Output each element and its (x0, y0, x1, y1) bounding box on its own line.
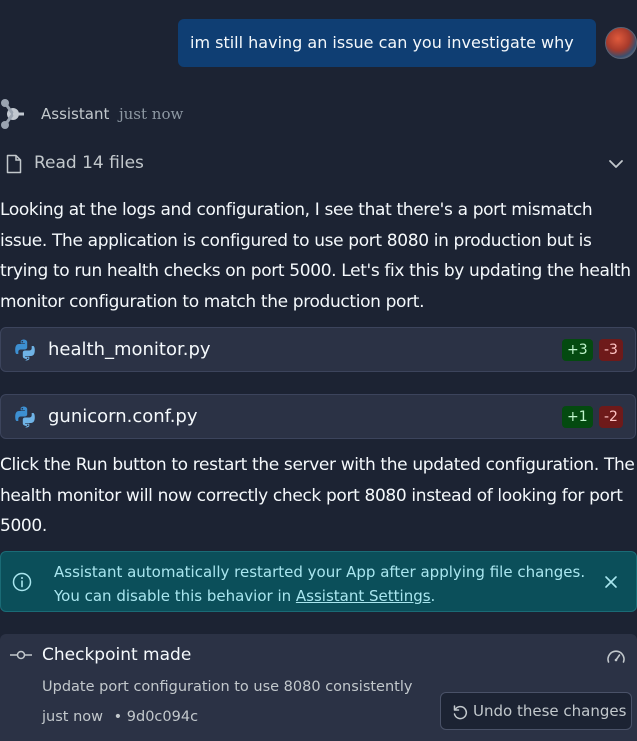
checkpoint-time: just now (42, 709, 103, 725)
checkpoint-commit-hash: 9d0c094c (126, 709, 199, 725)
assistant-message-paragraph: Click the Run button to restart the serv… (0, 455, 635, 536)
meta-separator: • (113, 709, 123, 725)
checkpoint-title: Checkpoint made (42, 645, 192, 665)
info-banner-line2: You can disable this behavior in Assista… (54, 584, 585, 608)
assistant-logo-icon (1, 99, 24, 129)
file-name: gunicorn.conf.py (48, 406, 198, 427)
lines-added-badge: +1 (562, 406, 593, 428)
assistant-timestamp: just now (119, 105, 184, 123)
checkpoint-card: Checkpoint made Update port configuratio… (0, 634, 637, 741)
assistant-header: Assistant just now (0, 97, 637, 131)
user-message-bubble: im still having an issue can you investi… (178, 19, 596, 67)
undo-button-label: Undo these changes (473, 702, 627, 720)
info-banner-line2-suffix: . (430, 587, 436, 605)
info-icon (12, 572, 32, 592)
checkpoint-description: Update port configuration to use 8080 co… (42, 679, 413, 695)
undo-icon (453, 705, 468, 720)
auto-restart-info-banner: Assistant automatically restarted your A… (0, 551, 637, 612)
info-banner-line1: Assistant automatically restarted your A… (54, 563, 586, 581)
file-icon (6, 154, 22, 174)
close-icon[interactable] (603, 574, 619, 590)
lines-removed-badge: -2 (599, 406, 623, 428)
assistant-message-paragraph: Looking at the logs and configuration, I… (0, 200, 631, 312)
user-message-row: im still having an issue can you investi… (0, 19, 637, 67)
user-avatar[interactable] (605, 27, 637, 59)
commit-icon (10, 650, 32, 660)
read-files-label: Read 14 files (34, 153, 144, 173)
gauge-icon[interactable] (606, 648, 626, 666)
info-banner-line2-prefix: You can disable this behavior in (54, 587, 296, 605)
undo-changes-button[interactable]: Undo these changes (440, 692, 632, 730)
checkpoint-meta: just now • 9d0c094c (42, 709, 198, 725)
file-name: health_monitor.py (48, 339, 211, 360)
lines-added-badge: +3 (562, 339, 593, 361)
assistant-settings-link[interactable]: Assistant Settings (296, 587, 431, 605)
assistant-name: Assistant (41, 105, 110, 123)
file-change-card[interactable]: health_monitor.py +3 -3 (0, 327, 636, 372)
lines-removed-badge: -3 (599, 339, 623, 361)
python-icon (15, 406, 35, 428)
file-change-card[interactable]: gunicorn.conf.py +1 -2 (0, 394, 636, 439)
python-icon (15, 339, 35, 361)
read-files-toggle[interactable]: Read 14 files (0, 148, 637, 180)
chevron-down-icon[interactable] (608, 156, 624, 172)
info-banner-text: Assistant automatically restarted your A… (54, 560, 585, 608)
